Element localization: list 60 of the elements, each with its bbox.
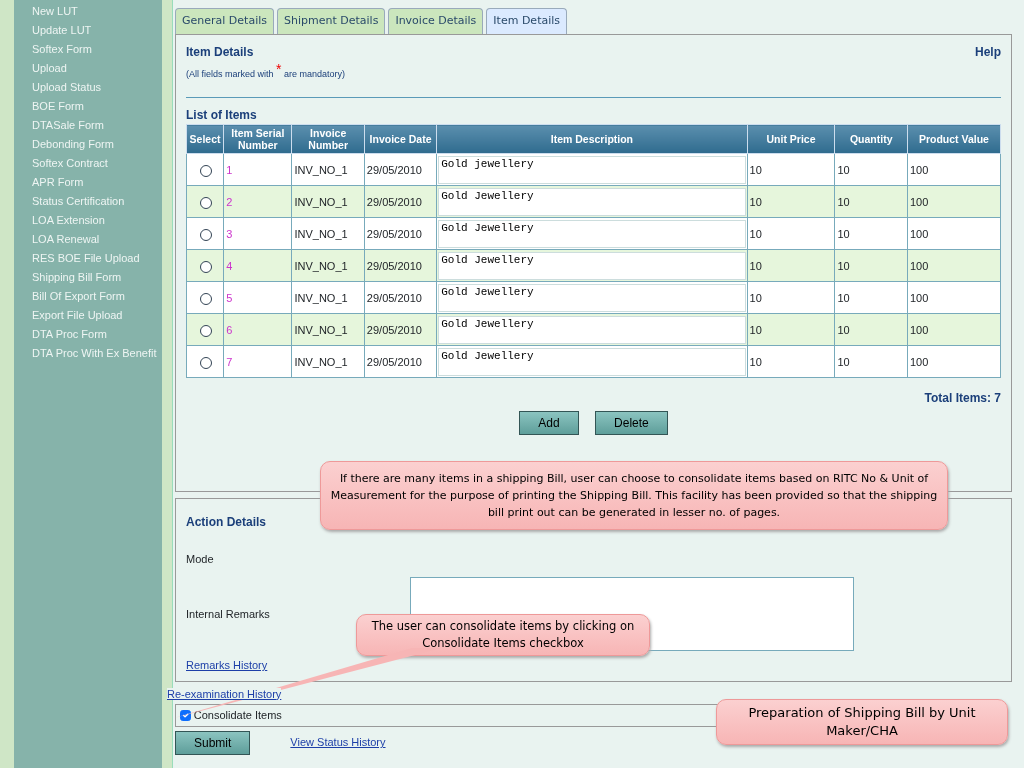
column-header: Select <box>186 124 224 154</box>
column-header: Product Value <box>907 124 1001 154</box>
table-cell: 10 <box>749 227 762 240</box>
table-cell: 10 <box>837 259 850 272</box>
table-cell: 29/05/2010 <box>366 291 422 304</box>
table-cell: INV_NO_1 <box>294 195 348 208</box>
table-cell: 10 <box>749 323 762 336</box>
section-title: Item Details <box>186 43 254 61</box>
table-cell: 100 <box>909 163 929 176</box>
table-cell: 100 <box>909 291 929 304</box>
checkbox-label: Consolidate Items <box>193 708 282 723</box>
table-cell: 100 <box>909 323 929 336</box>
table-cell: 100 <box>909 227 929 240</box>
table-cell: 100 <box>909 355 929 368</box>
serial-number: 4 <box>226 259 233 272</box>
table-cell: 29/05/2010 <box>366 195 422 208</box>
table-cell: INV_NO_1 <box>294 227 348 240</box>
callout: Preparation of Shipping Bill by Unit Maker/CHA <box>716 699 1008 745</box>
table-cell: 10 <box>837 195 850 208</box>
table-cell: 10 <box>749 163 762 176</box>
table-cell: 10 <box>749 259 762 272</box>
field-label: Mode <box>186 552 214 565</box>
serial-number: 6 <box>226 323 233 336</box>
callout: The user can consolidate items by clicking on Consolidate Items checkbox <box>356 614 650 656</box>
table-cell: 10 <box>837 163 850 176</box>
column-header: Quantity <box>835 124 908 154</box>
column-header: Invoice Number <box>291 124 365 154</box>
section-title: Action Details <box>186 514 266 529</box>
table-cell: 29/05/2010 <box>366 355 422 368</box>
table-cell: 29/05/2010 <box>366 259 422 272</box>
list-title: List of Items <box>186 107 258 125</box>
column-header: Item Description <box>436 124 748 154</box>
table-cell: INV_NO_1 <box>294 259 348 272</box>
table-cell: 10 <box>837 227 850 240</box>
column-header: Invoice Date <box>364 124 437 154</box>
table-cell: 29/05/2010 <box>366 227 422 240</box>
table-cell: INV_NO_1 <box>294 163 348 176</box>
serial-number: 7 <box>226 355 233 368</box>
table-cell: 10 <box>837 323 850 336</box>
total-items: Total Items: 7 <box>924 390 1001 408</box>
serial-number: 5 <box>226 291 233 304</box>
serial-number: 1 <box>226 163 233 176</box>
table-cell: 10 <box>837 291 850 304</box>
table-cell: 10 <box>749 195 762 208</box>
table-cell: 10 <box>749 355 762 368</box>
callout: If there are many items in a shipping Bill, user can choose to consolidate items based on RITC No & Unit of Measurement for the purpose of printing the Shipping Bill. This facility has been provided so that the shipping bill print out can be generated in lesser no. of pages. <box>320 461 948 530</box>
table-cell: 100 <box>909 195 929 208</box>
serial-number: 3 <box>226 227 233 240</box>
table-cell: 29/05/2010 <box>366 163 422 176</box>
field-label: Internal Remarks <box>186 606 271 622</box>
table-cell: INV_NO_1 <box>294 291 348 304</box>
table-cell: 10 <box>837 355 850 368</box>
column-header: Item Serial Number <box>223 124 292 154</box>
serial-number: 2 <box>226 195 233 208</box>
table-cell: 29/05/2010 <box>366 323 422 336</box>
table-cell: INV_NO_1 <box>294 323 348 336</box>
table-cell: 100 <box>909 259 929 272</box>
column-header: Unit Price <box>747 124 835 154</box>
table-cell: INV_NO_1 <box>294 355 348 368</box>
table-cell: 10 <box>749 291 762 304</box>
